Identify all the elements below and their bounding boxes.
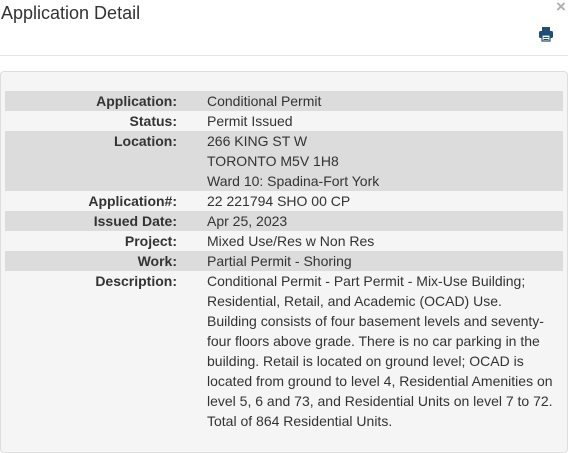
detail-value: Permit Issued bbox=[177, 111, 553, 131]
modal-title: Application Detail bbox=[1, 3, 141, 23]
detail-value: 266 KING ST W TORONTO M5V 1H8 Ward 10: Spa… bbox=[177, 131, 553, 191]
detail-table: Application: Conditional Permit Status: Per… bbox=[5, 91, 563, 431]
detail-row-application-number: Application#: 22 221794 SHO 00 CP bbox=[5, 191, 563, 211]
detail-value: Conditional Permit bbox=[177, 91, 553, 111]
detail-value-line: TORONTO M5V 1H8 bbox=[207, 153, 339, 169]
detail-row-project: Project: Mixed Use/Res w Non Res bbox=[5, 231, 563, 251]
print-button[interactable] bbox=[538, 26, 554, 42]
detail-label: Project: bbox=[124, 233, 177, 249]
detail-value-line: Conditional Permit bbox=[207, 93, 322, 109]
detail-value: 22 221794 SHO 00 CP bbox=[177, 191, 553, 211]
detail-panel: Application: Conditional Permit Status: Per… bbox=[0, 71, 568, 453]
close-button[interactable]: × bbox=[554, 0, 568, 16]
detail-row-application: Application: Conditional Permit bbox=[5, 91, 563, 111]
detail-label: Work: bbox=[137, 253, 177, 269]
detail-value-line: Permit Issued bbox=[207, 113, 293, 129]
detail-label: Description: bbox=[95, 273, 177, 289]
detail-value-line: Apr 25, 2023 bbox=[207, 213, 288, 229]
detail-value: Conditional Permit - Part Permit - Mix-U… bbox=[177, 271, 553, 431]
detail-row-location: Location: 266 KING ST W TORONTO M5V 1H8 War… bbox=[5, 131, 563, 191]
detail-row-description: Description: Conditional Permit - Part Pe… bbox=[5, 271, 563, 431]
detail-value-line: 266 KING ST W bbox=[207, 133, 308, 149]
detail-row-status: Status: Permit Issued bbox=[5, 111, 563, 131]
detail-row-issued-date: Issued Date: Apr 25, 2023 bbox=[5, 211, 563, 231]
modal-header: Application Detail × bbox=[0, 0, 568, 56]
detail-label: Status: bbox=[129, 113, 177, 129]
detail-value-line: Conditional Permit - Part Permit - Mix-U… bbox=[207, 273, 553, 429]
detail-value: Mixed Use/Res w Non Res bbox=[177, 231, 553, 251]
detail-row-work: Work: Partial Permit - Shoring bbox=[5, 251, 563, 271]
printer-icon bbox=[539, 27, 553, 42]
detail-value-line: Partial Permit - Shoring bbox=[207, 253, 352, 269]
detail-value: Partial Permit - Shoring bbox=[177, 251, 553, 271]
detail-value-line: Ward 10: Spadina-Fort York bbox=[207, 173, 380, 189]
detail-value: Apr 25, 2023 bbox=[177, 211, 553, 231]
detail-label: Location: bbox=[114, 133, 177, 149]
detail-label: Application: bbox=[96, 93, 177, 109]
detail-value-line: 22 221794 SHO 00 CP bbox=[207, 193, 351, 209]
detail-value-line: Mixed Use/Res w Non Res bbox=[207, 233, 375, 249]
detail-label: Issued Date: bbox=[93, 213, 177, 229]
detail-label: Application#: bbox=[88, 193, 177, 209]
